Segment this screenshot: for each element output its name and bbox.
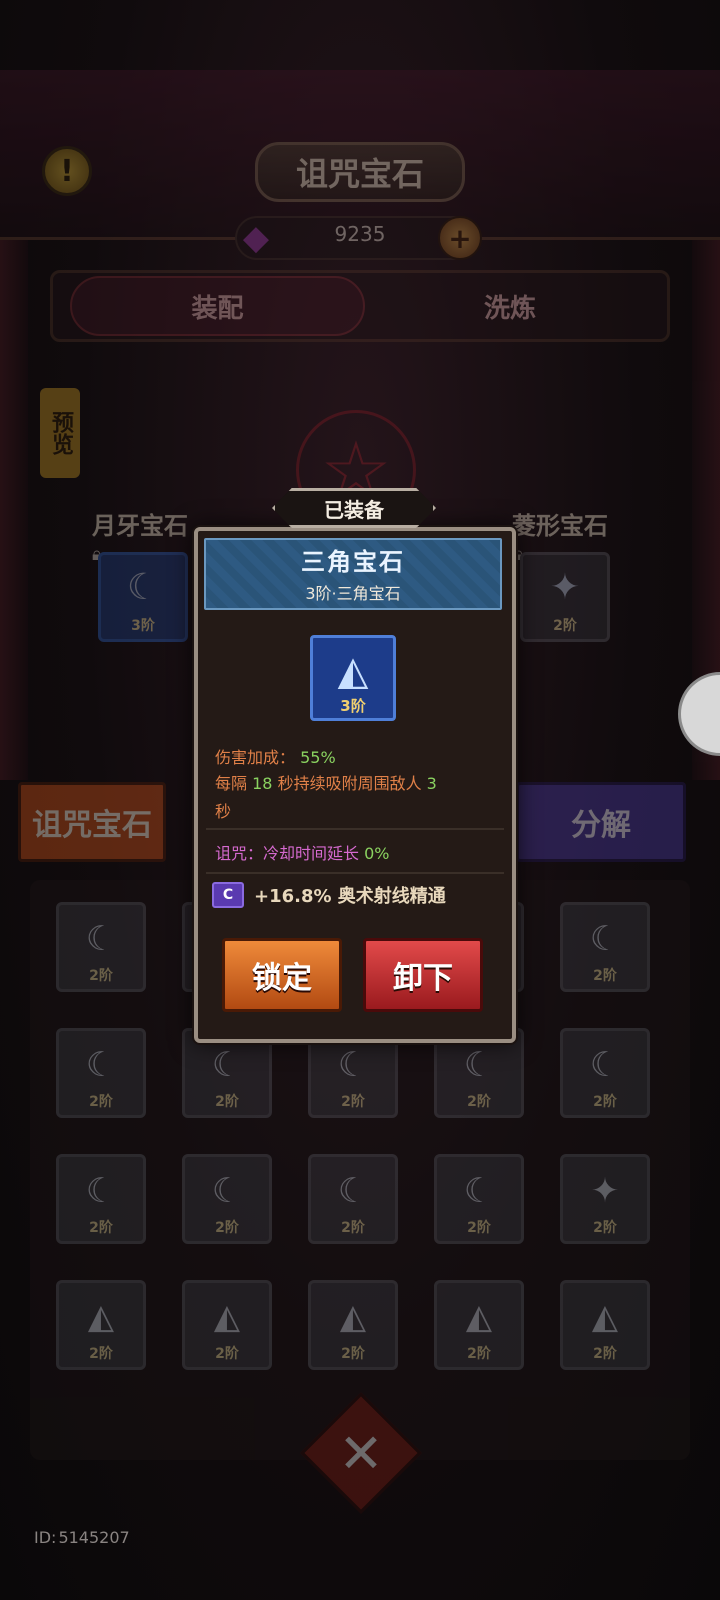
gem-tier: 3阶 bbox=[340, 697, 366, 715]
curse-effect: 诅咒：冷却时间延长 0% bbox=[215, 840, 500, 864]
perk-line: C +16.8% 奥术射线精通 bbox=[212, 880, 502, 910]
cell-tier: 2阶 bbox=[341, 1220, 365, 1236]
currency-value: 9235 bbox=[334, 222, 386, 246]
gem-icon: ☾ bbox=[463, 1045, 495, 1085]
add-currency-button[interactable]: + bbox=[438, 216, 482, 260]
cell-tier: 2阶 bbox=[89, 1346, 113, 1362]
gem-icon: ☾ bbox=[85, 1171, 117, 1211]
inventory-gem-cell[interactable]: ☾ 2阶 bbox=[56, 1028, 146, 1118]
stat-damage-bonus: 伤害加成： 55% bbox=[215, 744, 500, 772]
inventory-gem-cell[interactable]: ◭ 2阶 bbox=[560, 1280, 650, 1370]
gem-icon: ☾ bbox=[211, 1045, 243, 1085]
gem-icon: ✦ bbox=[590, 1171, 620, 1211]
cell-tier: 2阶 bbox=[593, 1220, 617, 1236]
gem-icon: ◭ bbox=[339, 1297, 367, 1337]
page-title: 诅咒宝石 bbox=[255, 142, 465, 202]
inventory-gem-cell[interactable]: ◭ 2阶 bbox=[56, 1280, 146, 1370]
stat-prefix: 每隔 bbox=[215, 774, 248, 793]
uid-value: 5145207 bbox=[58, 1528, 130, 1547]
divider bbox=[206, 828, 504, 830]
gem-icon: ◭ bbox=[465, 1297, 493, 1337]
equipped-tag: 已装备 bbox=[272, 488, 436, 528]
cell-tier: 2阶 bbox=[341, 1346, 365, 1362]
curse-crystal-icon: ◆ bbox=[242, 218, 270, 258]
cell-tier: 2阶 bbox=[215, 1346, 239, 1362]
slot-tier: 2阶 bbox=[553, 618, 577, 634]
gem-icon: ☾ bbox=[337, 1171, 369, 1211]
inventory-gem-cell[interactable]: ☾ 2阶 bbox=[560, 902, 650, 992]
cell-tier: 2阶 bbox=[89, 1220, 113, 1236]
cell-tier: 2阶 bbox=[593, 1094, 617, 1110]
tab-refine[interactable]: 洗炼 bbox=[370, 276, 650, 336]
inventory-gem-cell[interactable]: ☾ 2阶 bbox=[56, 902, 146, 992]
game-screen: ! 诅咒宝石 ◆ 9235 + 装配 洗炼 预览 ☆ 月牙宝石 🔒︎ ☾ 3阶 … bbox=[0, 0, 720, 1600]
cell-tier: 2阶 bbox=[215, 1220, 239, 1236]
inventory-gem-cell[interactable]: ◭ 2阶 bbox=[308, 1280, 398, 1370]
curse-label: 诅咒：冷却时间延长 bbox=[215, 844, 360, 863]
inventory-gem-cell[interactable]: ✦ 2阶 bbox=[560, 1154, 650, 1244]
curse-value: 0% bbox=[364, 844, 390, 863]
user-id: ID: 5145207 bbox=[34, 1528, 130, 1547]
gem-icon: ☾ bbox=[589, 1045, 621, 1085]
cell-tier: 2阶 bbox=[467, 1220, 491, 1236]
cell-tier: 2阶 bbox=[593, 1346, 617, 1362]
inventory-gem-cell[interactable]: ☾ 2阶 bbox=[182, 1154, 272, 1244]
gem-icon: ◭ bbox=[213, 1297, 241, 1337]
perk-text: +16.8% 奥术射线精通 bbox=[254, 886, 446, 907]
triangle-gem-icon: ◭ bbox=[337, 648, 369, 694]
cell-tier: 2阶 bbox=[89, 968, 113, 984]
stat-middle: 秒持续吸附周围敌人 bbox=[277, 774, 422, 793]
decompose-button[interactable]: 分解 bbox=[516, 782, 686, 862]
gem-subtitle: 3阶·三角宝石 bbox=[305, 584, 401, 603]
crescent-gem-icon: ☾ bbox=[126, 567, 160, 608]
uid-label: ID: bbox=[34, 1528, 57, 1547]
left-frame bbox=[0, 240, 28, 780]
gem-slot-rhombus[interactable]: ✦ 2阶 bbox=[520, 552, 610, 642]
stat-value: 55% bbox=[300, 748, 336, 767]
stat-suffix: 秒 bbox=[215, 802, 232, 821]
cell-tier: 2阶 bbox=[341, 1094, 365, 1110]
stat-duration: 3 bbox=[426, 774, 437, 793]
gem-slot-crescent[interactable]: ☾ 3阶 bbox=[98, 552, 188, 642]
cell-tier: 2阶 bbox=[215, 1094, 239, 1110]
grade-badge: C bbox=[212, 882, 244, 908]
slot-tier: 3阶 bbox=[131, 618, 155, 634]
gem-icon: ☾ bbox=[463, 1171, 495, 1211]
stat-seconds: 18 bbox=[252, 774, 273, 793]
gem-detail-icon: ◭ 3阶 bbox=[310, 635, 396, 721]
gem-icon: ◭ bbox=[591, 1297, 619, 1337]
inventory-gem-cell[interactable]: ☾ 2阶 bbox=[434, 1154, 524, 1244]
rhombus-gem-icon: ✦ bbox=[549, 567, 581, 608]
gem-icon: ☾ bbox=[85, 1045, 117, 1085]
inventory-gem-cell[interactable]: ◭ 2阶 bbox=[182, 1280, 272, 1370]
divider bbox=[206, 872, 504, 874]
gem-icon: ☾ bbox=[337, 1045, 369, 1085]
cell-tier: 2阶 bbox=[89, 1094, 113, 1110]
info-icon[interactable]: ! bbox=[42, 146, 92, 196]
curse-gem-button[interactable]: 诅咒宝石 bbox=[18, 782, 166, 862]
unequip-button[interactable]: 卸下 bbox=[363, 938, 483, 1012]
preview-button[interactable]: 预览 bbox=[40, 388, 80, 478]
stat-absorb: 每隔 18 秒持续吸附周围敌人 3 秒 bbox=[215, 770, 500, 826]
stat-label: 伤害加成： bbox=[215, 748, 296, 767]
cell-tier: 2阶 bbox=[467, 1346, 491, 1362]
gem-icon: ☾ bbox=[589, 919, 621, 959]
gem-icon: ◭ bbox=[87, 1297, 115, 1337]
slot-label-rhombus: 菱形宝石 bbox=[512, 512, 608, 540]
gem-name: 三角宝石 bbox=[301, 548, 405, 576]
crossed-swords-icon: ✕ bbox=[338, 1421, 384, 1485]
cell-tier: 2阶 bbox=[593, 968, 617, 984]
slot-label-crescent: 月牙宝石 bbox=[92, 512, 188, 540]
inventory-gem-cell[interactable]: ☾ 2阶 bbox=[560, 1028, 650, 1118]
cell-tier: 2阶 bbox=[467, 1094, 491, 1110]
gem-icon: ☾ bbox=[85, 919, 117, 959]
tab-equip[interactable]: 装配 bbox=[70, 276, 365, 336]
lock-button[interactable]: 锁定 bbox=[222, 938, 342, 1012]
inventory-gem-cell[interactable]: ☾ 2阶 bbox=[56, 1154, 146, 1244]
gem-icon: ☾ bbox=[211, 1171, 243, 1211]
inventory-gem-cell[interactable]: ☾ 2阶 bbox=[308, 1154, 398, 1244]
inventory-gem-cell[interactable]: ◭ 2阶 bbox=[434, 1280, 524, 1370]
